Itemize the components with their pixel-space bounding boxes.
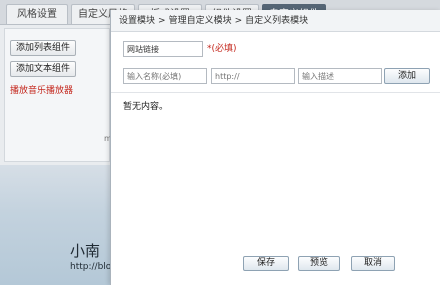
required-hint: *(必填)	[207, 44, 237, 54]
item-url-input[interactable]	[211, 68, 295, 84]
empty-list-message: 暂无内容。	[123, 102, 169, 112]
custom-list-module-dialog: 设置模块>管理自定义模块>自定义列表模块 *(必填) 添加 暂无内容。 保存 预…	[110, 10, 440, 285]
add-item-button[interactable]: 添加	[384, 68, 430, 84]
tab-style-settings[interactable]: 风格设置	[6, 4, 68, 24]
save-button[interactable]: 保存	[243, 256, 289, 271]
cancel-button[interactable]: 取消	[351, 256, 395, 271]
blog-title: 小南	[70, 242, 101, 260]
music-player-link[interactable]: 播放音乐播放器	[10, 83, 73, 96]
breadcrumb: 设置模块 > 管理自定义模块 > 自定义列表模块	[111, 10, 440, 32]
blog-url: http://blo	[70, 262, 112, 272]
item-name-input[interactable]	[123, 68, 207, 84]
breadcrumb-separator: >	[234, 16, 243, 26]
breadcrumb-separator: >	[158, 16, 166, 26]
add-text-widget-button[interactable]: 添加文本组件	[10, 61, 77, 77]
breadcrumb-settings-module[interactable]: 设置模块	[119, 16, 155, 26]
add-list-widget-button[interactable]: 添加列表组件	[10, 40, 77, 56]
breadcrumb-custom-list-module: 自定义列表模块	[245, 16, 309, 26]
divider	[111, 92, 440, 93]
preview-button[interactable]: 预览	[298, 256, 340, 271]
module-name-input[interactable]	[123, 41, 203, 57]
breadcrumb-manage-custom-modules[interactable]: 管理自定义模块	[169, 16, 232, 26]
item-description-input[interactable]	[298, 68, 382, 84]
